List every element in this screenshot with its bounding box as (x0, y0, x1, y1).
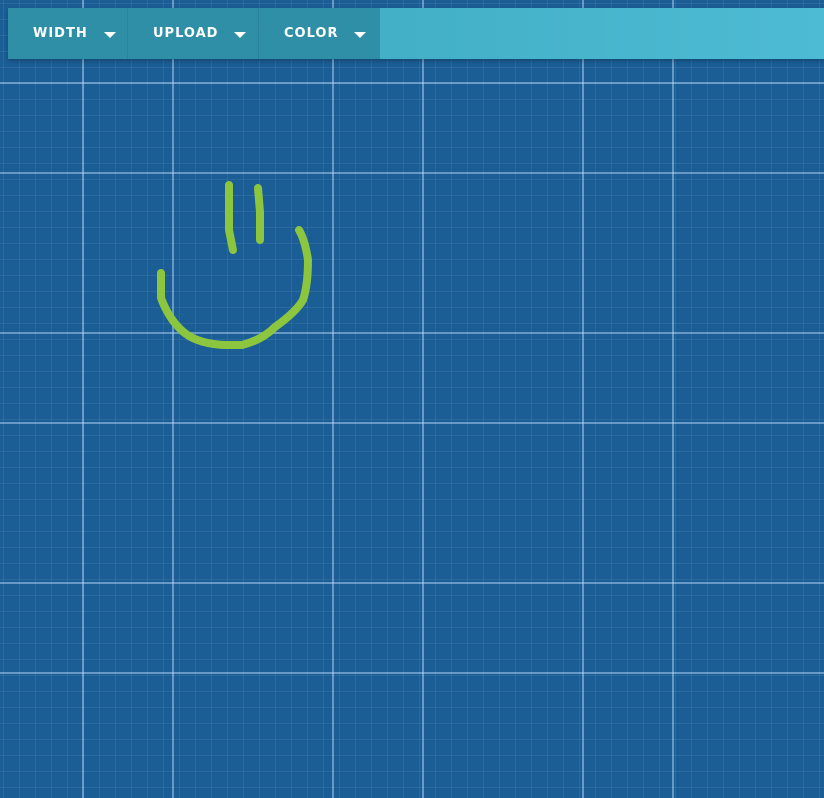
stroke-right-eye (254, 184, 264, 244)
caret-down-icon (103, 31, 116, 38)
stroke-left-eye (225, 181, 237, 254)
caret-down-icon (354, 31, 367, 38)
width-dropdown-button[interactable]: WIDTH (8, 8, 128, 59)
color-label: COLOR (284, 26, 339, 41)
caret-down-icon (234, 31, 247, 38)
top-toolbar: WIDTH UPLOAD COLOR (8, 8, 824, 59)
upload-label: UPLOAD (153, 26, 219, 41)
drawing-canvas[interactable] (0, 0, 824, 798)
width-label: WIDTH (33, 26, 88, 41)
color-dropdown-button[interactable]: COLOR (259, 8, 380, 59)
toolbar-menu-group: WIDTH UPLOAD COLOR (8, 8, 380, 59)
upload-dropdown-button[interactable]: UPLOAD (128, 8, 259, 59)
drawn-smiley-stroke (157, 181, 312, 349)
